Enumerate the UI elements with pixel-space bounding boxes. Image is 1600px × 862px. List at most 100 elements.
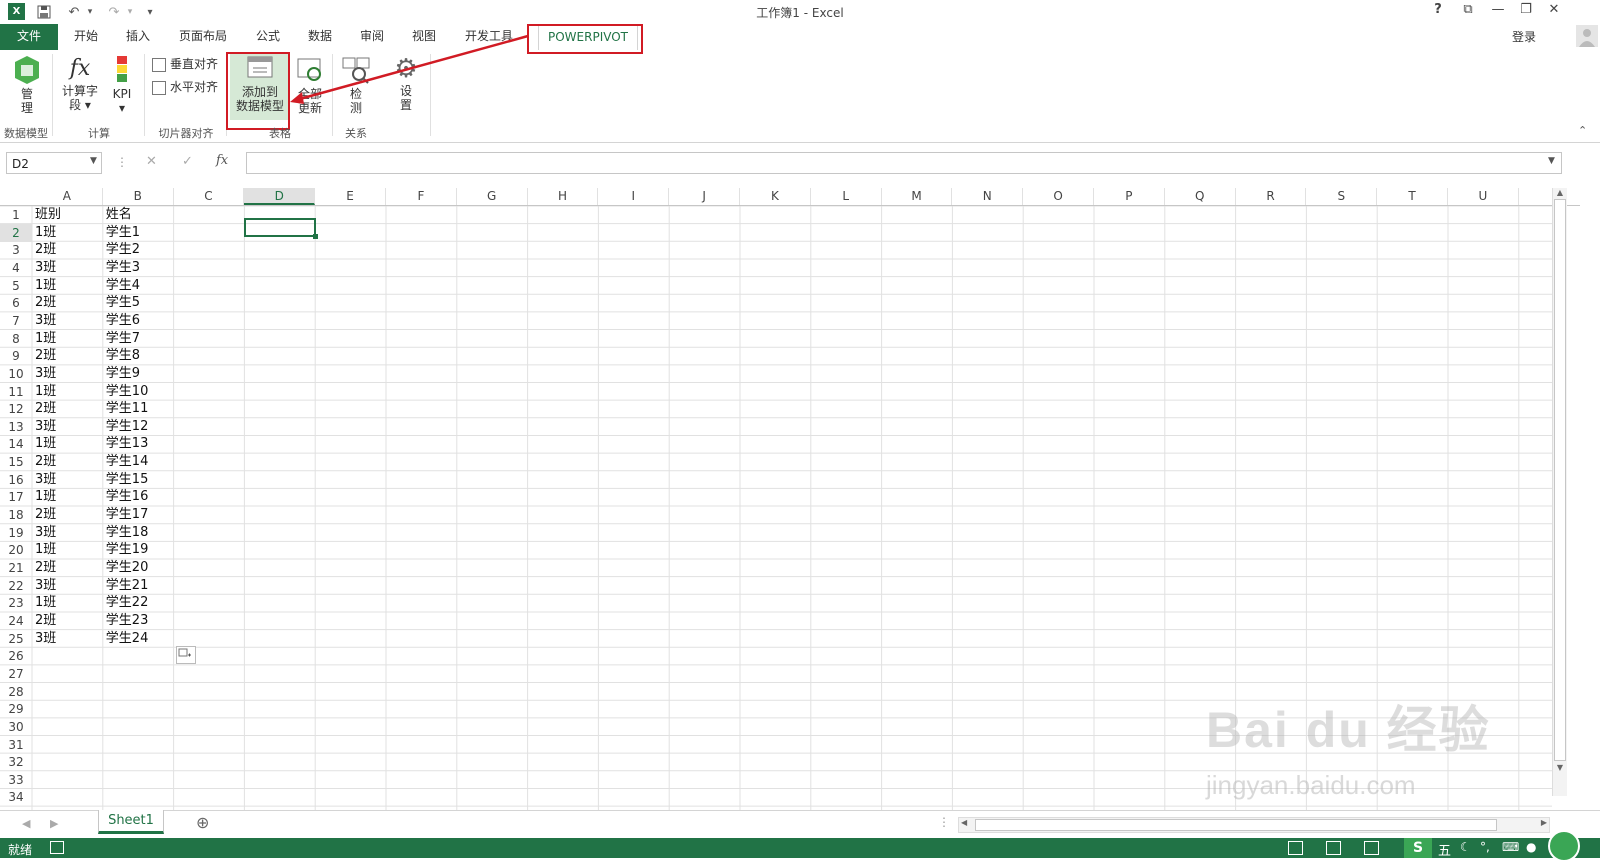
tab-split-handle[interactable]: ⋮ <box>938 815 950 829</box>
row-header[interactable]: 22 <box>0 577 32 595</box>
collapse-ribbon-icon[interactable]: ⌃ <box>1578 124 1587 137</box>
fill-handle[interactable] <box>313 234 318 239</box>
moon-icon[interactable]: ☾ <box>1460 840 1471 854</box>
row-header[interactable]: 9 <box>0 347 32 365</box>
sheet-tab-sheet1[interactable]: Sheet1 <box>98 810 164 834</box>
prev-sheet-icon[interactable]: ◀ <box>22 817 30 830</box>
cell-col-b[interactable]: 学生22 <box>103 594 149 612</box>
row-header[interactable]: 6 <box>0 294 32 312</box>
cell-col-b[interactable]: 学生2 <box>103 241 140 259</box>
vertical-scrollbar[interactable]: ▲ ▼ <box>1552 188 1567 796</box>
close-button[interactable]: ✕ <box>1542 2 1566 22</box>
column-header-k[interactable]: K <box>740 188 811 205</box>
row-header[interactable]: 28 <box>0 683 32 701</box>
column-header-m[interactable]: M <box>882 188 953 205</box>
row-header[interactable]: 13 <box>0 418 32 436</box>
cell-col-a[interactable]: 3班 <box>32 418 56 436</box>
row-header[interactable]: 15 <box>0 453 32 471</box>
cell-col-a[interactable]: 2班 <box>32 506 56 524</box>
cell-col-a[interactable]: 1班 <box>32 541 56 559</box>
normal-view-icon[interactable] <box>1288 841 1303 855</box>
cell-col-a[interactable]: 2班 <box>32 294 56 312</box>
row-header[interactable]: 21 <box>0 559 32 577</box>
cell-col-a[interactable]: 3班 <box>32 630 56 648</box>
vertical-align-button[interactable]: 垂直对齐 <box>152 55 218 72</box>
row-header[interactable]: 4 <box>0 259 32 277</box>
cell-col-b[interactable]: 学生9 <box>103 365 140 383</box>
help-button[interactable]: ? <box>1426 2 1450 22</box>
cell-col-b[interactable]: 学生8 <box>103 347 140 365</box>
row-header[interactable]: 25 <box>0 630 32 648</box>
enter-icon[interactable]: ✓ <box>182 154 193 169</box>
restore-button[interactable]: ❐ <box>1514 2 1538 22</box>
cell-col-a[interactable]: 1班 <box>32 488 56 506</box>
cell-col-a[interactable]: 1班 <box>32 330 56 348</box>
tab-insert[interactable]: 插入 <box>116 24 160 50</box>
cell-col-b[interactable]: 学生1 <box>103 224 140 242</box>
ime-badge-icon[interactable] <box>1548 830 1580 862</box>
macro-record-icon[interactable] <box>50 841 64 854</box>
cell-col-b[interactable]: 学生20 <box>103 559 149 577</box>
row-header[interactable]: 27 <box>0 665 32 683</box>
calculated-field-button[interactable]: fx 计算字 段 ▾ <box>56 54 104 120</box>
column-header-n[interactable]: N <box>952 188 1024 205</box>
row-header[interactable]: 11 <box>0 383 32 401</box>
row-header[interactable]: 29 <box>0 700 32 718</box>
cell-col-a[interactable]: 2班 <box>32 612 56 630</box>
cell-col-a[interactable]: 2班 <box>32 347 56 365</box>
user-icon[interactable]: ● <box>1526 840 1536 854</box>
cell-col-b[interactable]: 学生12 <box>103 418 149 436</box>
insert-function-icon[interactable]: fx <box>216 153 228 168</box>
row-header[interactable]: 30 <box>0 718 32 736</box>
ime-mode[interactable]: 五 <box>1438 840 1451 859</box>
row-header[interactable]: 32 <box>0 753 32 771</box>
row-header[interactable]: 26 <box>0 647 32 665</box>
cell-col-a[interactable]: 2班 <box>32 453 56 471</box>
next-sheet-icon[interactable]: ▶ <box>50 817 58 830</box>
column-header-e[interactable]: E <box>315 188 386 205</box>
row-header[interactable]: 31 <box>0 736 32 754</box>
cell-col-a[interactable]: 1班 <box>32 224 56 242</box>
cell-col-b[interactable]: 学生13 <box>103 435 149 453</box>
selected-cell[interactable] <box>244 218 316 237</box>
cell-col-a[interactable]: 班别 <box>32 206 61 224</box>
column-header-r[interactable]: R <box>1236 188 1307 205</box>
vertical-scroll-thumb[interactable] <box>1554 199 1566 761</box>
cell-col-b[interactable]: 学生18 <box>103 524 149 542</box>
page-layout-view-icon[interactable] <box>1326 841 1341 855</box>
cell-col-b[interactable]: 学生3 <box>103 259 140 277</box>
formula-input[interactable] <box>246 152 1562 174</box>
cell-col-a[interactable]: 1班 <box>32 277 56 295</box>
row-header[interactable]: 16 <box>0 471 32 489</box>
row-header[interactable]: 5 <box>0 277 32 295</box>
column-header-i[interactable]: I <box>598 188 670 205</box>
column-header-a[interactable]: A <box>32 188 103 205</box>
row-header[interactable]: 8 <box>0 330 32 348</box>
cell-col-b[interactable]: 学生24 <box>103 630 149 648</box>
quick-analysis-icon[interactable] <box>176 646 196 664</box>
row-header[interactable]: 1 <box>0 206 32 224</box>
cell-col-b[interactable]: 学生19 <box>103 541 149 559</box>
cell-col-a[interactable]: 3班 <box>32 471 56 489</box>
cell-col-b[interactable]: 学生17 <box>103 506 149 524</box>
row-header[interactable]: 19 <box>0 524 32 542</box>
row-header[interactable]: 17 <box>0 488 32 506</box>
cell-col-b[interactable]: 学生11 <box>103 400 149 418</box>
cell-col-a[interactable]: 3班 <box>32 312 56 330</box>
cell-col-b[interactable]: 学生21 <box>103 577 149 595</box>
scroll-right-icon[interactable]: ▶ <box>1541 818 1547 827</box>
column-header-t[interactable]: T <box>1377 188 1448 205</box>
row-header[interactable]: 3 <box>0 241 32 259</box>
column-header-o[interactable]: O <box>1023 188 1094 205</box>
scroll-down-icon[interactable]: ▼ <box>1553 763 1567 772</box>
kpi-button[interactable]: KPI ▾ <box>106 54 138 120</box>
column-header-b[interactable]: B <box>103 188 174 205</box>
cell-col-b[interactable]: 学生5 <box>103 294 140 312</box>
name-box[interactable]: D2 <box>6 152 102 174</box>
tab-file[interactable]: 文件 <box>0 24 58 50</box>
cell-col-b[interactable]: 学生4 <box>103 277 140 295</box>
name-box-dropdown-icon[interactable]: ▼ <box>90 156 97 166</box>
column-header-g[interactable]: G <box>457 188 528 205</box>
column-header-u[interactable]: U <box>1448 188 1519 205</box>
manage-button[interactable]: 管 理 <box>4 54 50 120</box>
